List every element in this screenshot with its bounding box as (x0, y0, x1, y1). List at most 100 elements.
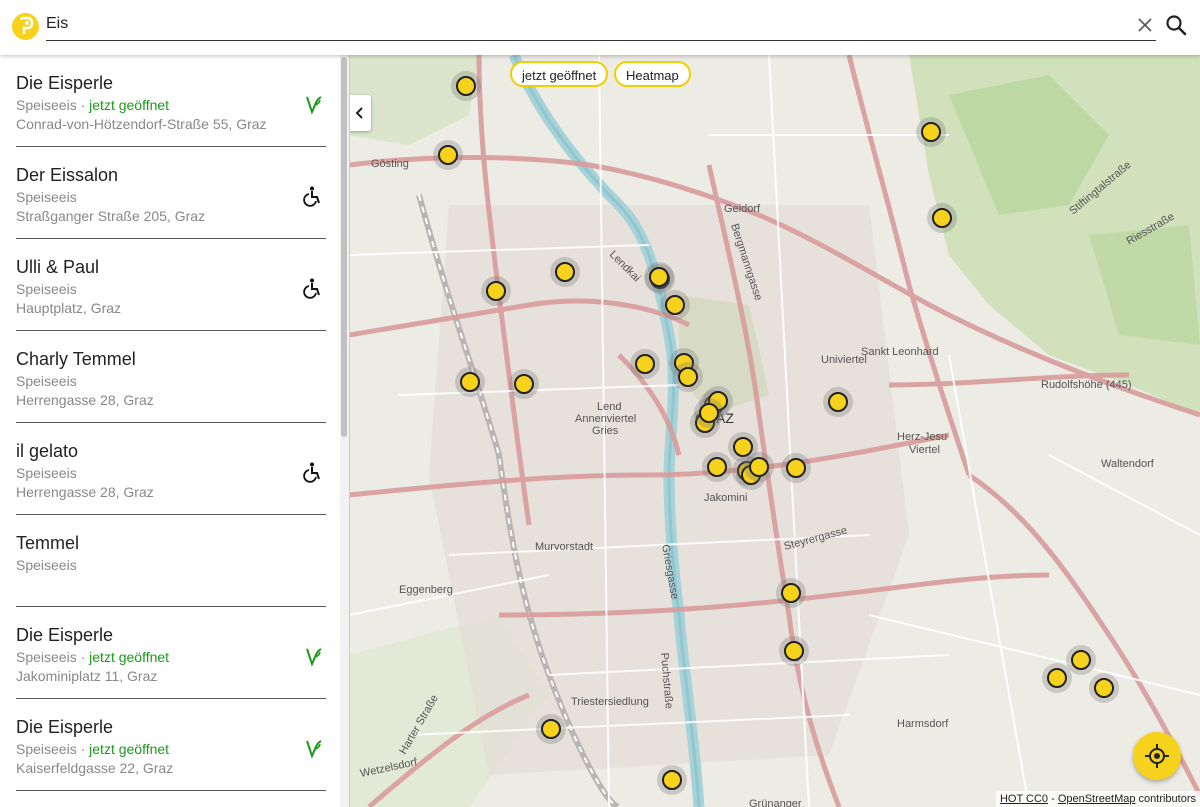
heatmap-button[interactable]: Heatmap (614, 61, 691, 87)
map-marker[interactable] (779, 636, 809, 666)
search-icon[interactable] (1165, 14, 1187, 36)
status-separator: · (76, 649, 90, 665)
result-item[interactable]: il gelato Speiseeis Herrengasse 28, Graz (16, 423, 326, 515)
open-status: jetzt geöffnet (89, 741, 170, 757)
result-meta: Speiseeis (16, 281, 77, 297)
map-marker[interactable] (644, 262, 674, 292)
result-badge (302, 93, 324, 115)
map-marker[interactable] (451, 71, 481, 101)
map-label-geidorf: Geidorf (724, 203, 761, 215)
map-marker[interactable] (776, 578, 806, 608)
result-name: il gelato (16, 441, 79, 461)
result-category: Speiseeis (16, 465, 77, 481)
open-status: jetzt geöffnet (89, 649, 170, 665)
result-name: Charly Temmel (16, 349, 136, 369)
result-badge (302, 645, 324, 667)
result-meta: Speiseeis (16, 557, 77, 573)
map-marker[interactable] (1042, 663, 1072, 693)
result-badge (302, 277, 324, 299)
map-marker[interactable] (694, 398, 724, 428)
scrollbar-thumb[interactable] (341, 57, 347, 437)
top-bar (0, 0, 1200, 55)
map-label-gosting: Gösting (371, 158, 409, 170)
map-label-gries: Gries (592, 425, 619, 437)
result-item[interactable]: Die Eisperle Speiseeis · jetzt geöffnet Ja… (16, 607, 326, 699)
result-name: Die Eisperle (16, 625, 114, 645)
crosshair-icon (1145, 744, 1169, 768)
status-separator: · (76, 741, 90, 757)
result-address: Jakominiplatz 11, Graz (16, 668, 158, 684)
filter-open-now-button[interactable]: jetzt geöffnet (510, 61, 609, 87)
result-category: Speiseeis (16, 281, 77, 297)
attribution-hot-link[interactable]: HOT CC0 (1000, 793, 1048, 805)
map-label-rudolfshoehe: Rudolfshöhe (445) (1041, 379, 1132, 391)
map-label-murvorstadt: Murvorstadt (535, 541, 593, 553)
wheelchair-icon (303, 278, 320, 299)
search-input[interactable] (46, 8, 1126, 40)
result-name: Ulli & Paul (16, 257, 100, 277)
status-separator: · (76, 97, 90, 113)
search-field[interactable] (46, 8, 1156, 41)
map-marker[interactable] (433, 140, 463, 170)
attribution-separator: - (1048, 793, 1058, 805)
app-logo-icon (12, 13, 39, 40)
result-category: Speiseeis (16, 557, 77, 573)
result-name: Der Eissalon (16, 165, 119, 185)
result-name: Temmel (16, 533, 80, 553)
map-marker[interactable] (702, 452, 732, 482)
map-marker[interactable] (916, 117, 946, 147)
result-meta: Speiseeis · jetzt geöffnet (16, 649, 169, 665)
map-marker[interactable] (455, 367, 485, 397)
result-category: Speiseeis (16, 649, 77, 665)
map-attribution: HOT CC0 - OpenStreetMap contributors (995, 791, 1200, 807)
map-base: GRAZ Geidorf Lend Annenviertel Gries Jak… (349, 55, 1200, 807)
map-label-sankt-leonhard: Sankt Leonhard (861, 346, 939, 358)
vegan-icon (306, 740, 322, 759)
result-meta: Speiseeis (16, 465, 77, 481)
close-icon[interactable] (1135, 15, 1155, 35)
results-list: Die Eisperle Speiseeis · jetzt geöffnet Co… (0, 55, 340, 791)
map-marker[interactable] (744, 452, 774, 482)
collapse-sidebar-button[interactable] (349, 95, 371, 131)
result-item[interactable]: Die Eisperle Speiseeis · jetzt geöffnet Co… (16, 55, 326, 147)
result-name: Die Eisperle (16, 717, 114, 737)
vegan-icon (306, 96, 322, 115)
map-marker[interactable] (781, 453, 811, 483)
result-item[interactable]: Charly Temmel Speiseeis Herrengasse 28, Gr… (16, 331, 326, 423)
map-label-viertel: Viertel (909, 444, 940, 456)
result-item[interactable]: Temmel Speiseeis (16, 515, 326, 607)
map-marker[interactable] (657, 765, 687, 795)
map-marker[interactable] (673, 362, 703, 392)
map-label-gruenanger: Grünanger (749, 798, 802, 807)
result-address: Herrengasse 28, Graz (16, 392, 154, 408)
result-category: Speiseeis (16, 97, 77, 113)
result-meta: Speiseeis (16, 373, 77, 389)
map-marker[interactable] (823, 387, 853, 417)
result-name: Die Eisperle (16, 73, 114, 93)
result-category: Speiseeis (16, 741, 77, 757)
map-label-herz-jesu: Herz-Jesu (897, 431, 947, 443)
map-marker[interactable] (1089, 673, 1119, 703)
attribution-osm-link[interactable]: OpenStreetMap (1058, 793, 1136, 805)
map-marker[interactable] (536, 714, 566, 744)
map-marker[interactable] (660, 290, 690, 320)
result-item[interactable]: Die Eisperle Speiseeis · jetzt geöffnet Ka… (16, 699, 326, 791)
result-badge (302, 737, 324, 759)
map-marker[interactable] (481, 276, 511, 306)
map-marker[interactable] (630, 349, 660, 379)
result-item[interactable]: Der Eissalon Speiseeis Straßganger Straße … (16, 147, 326, 239)
map-marker[interactable] (927, 203, 957, 233)
result-badge (302, 185, 324, 207)
map-view[interactable]: GRAZ Geidorf Lend Annenviertel Gries Jak… (349, 55, 1200, 807)
map-marker[interactable] (509, 369, 539, 399)
result-category: Speiseeis (16, 189, 77, 205)
chevron-left-icon (355, 107, 363, 119)
locate-button[interactable] (1133, 732, 1181, 780)
result-item[interactable]: Ulli & Paul Speiseeis Hauptplatz, Graz (16, 239, 326, 331)
result-meta: Speiseeis (16, 189, 77, 205)
result-address: Kaiserfeldgasse 22, Graz (16, 760, 174, 776)
map-label-triester: Triestersiedlung (571, 696, 649, 708)
map-label-lend: Lend (597, 401, 621, 413)
map-marker[interactable] (550, 257, 580, 287)
map-label-waltendorf: Waltendorf (1101, 458, 1155, 470)
